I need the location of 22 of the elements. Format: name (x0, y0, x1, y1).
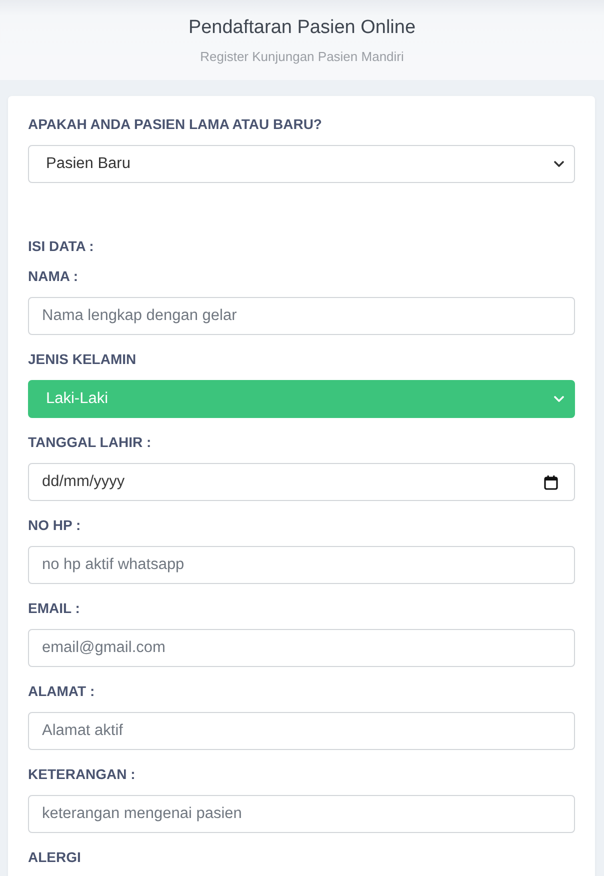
text-input[interactable]: no hp aktif whatsapp (28, 546, 575, 584)
text-input[interactable]: Nama lengkap dengan gelar (28, 297, 575, 335)
field-label: ALAMAT : (28, 683, 95, 699)
field-label: NAMA : (28, 268, 78, 284)
chevron-down-icon (554, 161, 564, 167)
field-label: TANGGAL LAHIR : (28, 434, 152, 450)
page-subtitle: Register Kunjungan Pasien Mandiri (200, 48, 404, 66)
chevron-down-icon (554, 396, 564, 402)
dropdown-select[interactable]: Pasien Baru (28, 145, 575, 183)
text-input[interactable]: Alamat aktif (28, 712, 575, 750)
text-input[interactable]: keterangan mengenai pasien (28, 795, 575, 833)
field-label: APAKAH ANDA PASIEN LAMA ATAU BARU? (28, 116, 322, 132)
page-title: Pendaftaran Pasien Online (188, 16, 416, 40)
field-label: JENIS KELAMIN (28, 351, 136, 367)
field-label: EMAIL : (28, 600, 80, 616)
date-field[interactable]: dd/mm/yyyy (28, 463, 575, 501)
calendar-icon[interactable] (544, 474, 558, 490)
text-input[interactable]: email@gmail.com (28, 629, 575, 667)
section-heading: ISI DATA : (28, 238, 94, 254)
field-label: ALERGI (28, 849, 81, 865)
field-label: NO HP : (28, 517, 81, 533)
field-label: KETERANGAN : (28, 766, 136, 782)
